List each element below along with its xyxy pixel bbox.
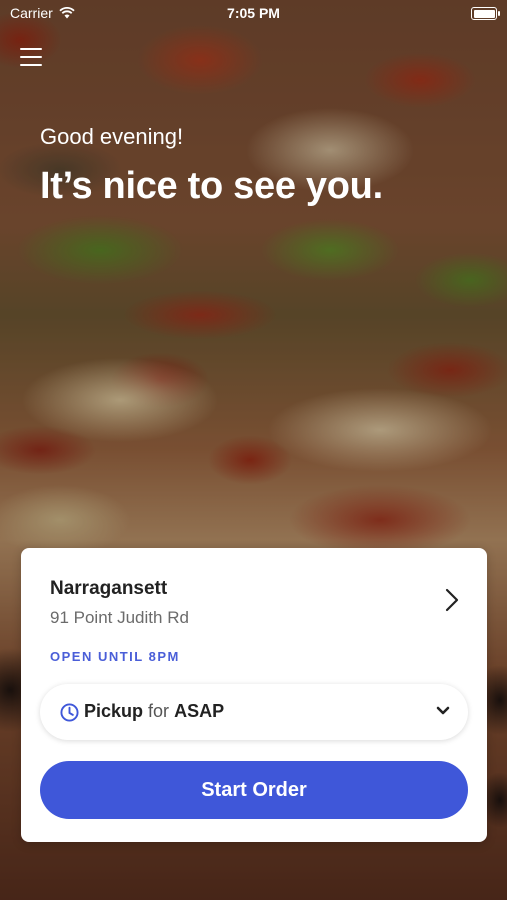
menu-line	[20, 56, 42, 58]
order-mode-time: ASAP	[174, 701, 225, 721]
greeting-title: It’s nice to see you.	[40, 165, 383, 207]
order-mode-selector[interactable]: Pickup for ASAP	[40, 684, 468, 740]
clock-icon	[60, 703, 79, 722]
store-address: 91 Point Judith Rd	[50, 608, 189, 627]
battery-icon	[471, 7, 500, 20]
status-bar: Carrier 7:05 PM	[0, 0, 507, 28]
chevron-right-icon	[445, 588, 459, 612]
order-mode-text: Pickup for ASAP	[84, 701, 224, 722]
location-selector[interactable]: Narragansett 91 Point Judith Rd	[21, 548, 487, 648]
order-card: Narragansett 91 Point Judith Rd OPEN UNT…	[21, 548, 487, 842]
order-mode-connector: for	[148, 701, 170, 721]
greeting-subtitle: Good evening!	[40, 124, 184, 149]
open-status: OPEN UNTIL 8PM	[50, 649, 180, 664]
battery-level	[473, 9, 495, 18]
order-mode-type: Pickup	[84, 701, 144, 721]
menu-line	[20, 48, 42, 50]
start-order-button[interactable]: Start Order	[40, 761, 468, 819]
menu-icon[interactable]	[20, 48, 42, 68]
status-time: 7:05 PM	[227, 5, 280, 21]
chevron-down-icon	[436, 706, 450, 715]
menu-line	[20, 64, 42, 66]
store-name: Narragansett	[50, 578, 168, 599]
